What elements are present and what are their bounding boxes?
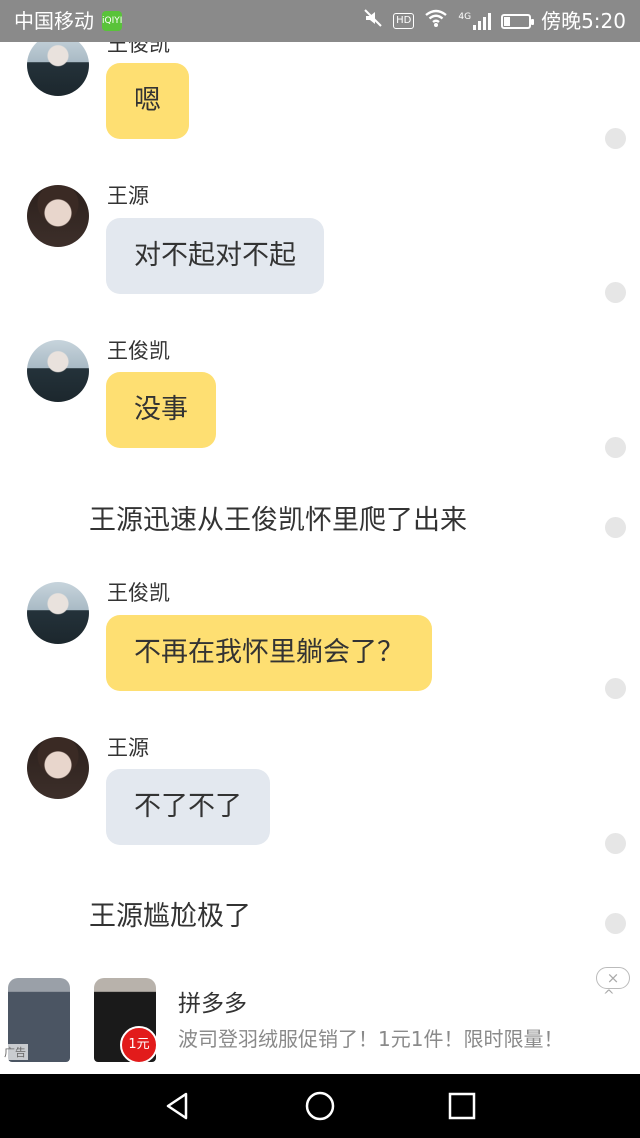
message-bubble[interactable]: 嗯 (106, 63, 189, 139)
price-badge: 1元 (120, 1026, 158, 1064)
message-dot (605, 833, 626, 854)
message-dot (605, 282, 626, 303)
sender-name: 王源 (107, 736, 149, 760)
home-icon[interactable] (302, 1088, 338, 1124)
status-time: 傍晚5:20 (541, 9, 626, 33)
iqiyi-icon: iQIYI (102, 11, 122, 31)
status-bar: 中国移动 iQIYI HD 4G 傍晚5:20 (0, 0, 640, 42)
collapse-icon[interactable]: ^ (603, 988, 615, 1004)
avatar-wangjunkai[interactable] (27, 42, 89, 96)
message-dot (605, 678, 626, 699)
battery-icon (501, 13, 535, 29)
status-left: 中国移动 iQIYI (14, 0, 122, 42)
ad-image-jacket-grey[interactable]: 广告 (0, 970, 76, 1066)
narration-text: 王源尴尬极了 (89, 901, 251, 932)
close-icon[interactable]: × (596, 967, 630, 989)
ad-label: 广告 (2, 1044, 28, 1060)
carrier-name: 中国移动 (14, 9, 94, 33)
avatar-wangyuan[interactable] (27, 185, 89, 247)
message-bubble[interactable]: 不再在我怀里躺会了？ (106, 615, 432, 691)
battery-level (504, 16, 511, 26)
mute-icon (363, 0, 383, 42)
message-bubble[interactable]: 没事 (106, 372, 216, 448)
sender-name: 王源 (107, 184, 149, 208)
ad-banner[interactable]: 广告 1元 拼多多 波司登羽绒服促销了！1元1件！限时限量！ × ^ (0, 966, 640, 1074)
message-dot (605, 128, 626, 149)
sender-name: 王俊凯 (107, 339, 170, 363)
network-label: 4G (458, 12, 472, 22)
message-dot (605, 437, 626, 458)
status-right: HD 4G 傍晚5:20 (363, 0, 626, 42)
chat-area[interactable]: 王俊凯 嗯 王源 对不起对不起 王俊凯 没事 王源迅速从王俊凯怀里爬了出来 王俊… (0, 42, 640, 966)
avatar-wangjunkai[interactable] (27, 582, 89, 644)
message-dot (605, 517, 626, 538)
recent-apps-icon[interactable] (444, 1088, 480, 1124)
back-icon[interactable] (160, 1088, 196, 1124)
sender-name: 王俊凯 (107, 42, 170, 56)
ad-image-jacket-black[interactable]: 1元 (86, 970, 162, 1066)
ad-title[interactable]: 拼多多 (178, 984, 247, 1018)
signal-icon: 4G (458, 12, 492, 30)
sender-name: 王俊凯 (107, 581, 170, 605)
navigation-bar (0, 1074, 640, 1138)
hd-icon: HD (393, 13, 415, 29)
avatar-wangyuan[interactable] (27, 737, 89, 799)
message-dot (605, 913, 626, 934)
wifi-icon (424, 0, 448, 42)
ad-description[interactable]: 波司登羽绒服促销了！1元1件！限时限量！ (178, 1023, 563, 1052)
message-bubble[interactable]: 对不起对不起 (106, 218, 324, 294)
message-bubble[interactable]: 不了不了 (106, 769, 270, 845)
narration-text: 王源迅速从王俊凯怀里爬了出来 (89, 505, 467, 536)
avatar-wangjunkai[interactable] (27, 340, 89, 402)
